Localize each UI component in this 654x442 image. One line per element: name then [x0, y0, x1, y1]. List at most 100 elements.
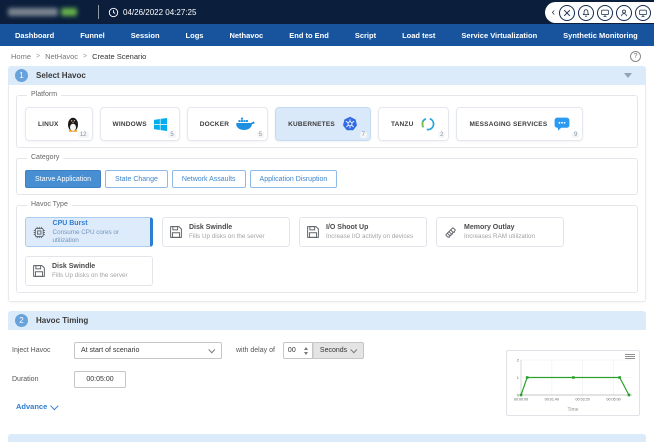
nav-item-nethavoc[interactable]: Nethavoc [216, 31, 276, 40]
category-row: Starve Application State Change Network … [25, 170, 629, 188]
inject-havoc-select[interactable]: At start of scenario [74, 342, 222, 359]
platform-card-linux[interactable]: LINUX 12 [25, 107, 93, 141]
havoc-type-group-label: Havoc Type [27, 201, 72, 208]
delay-value-input[interactable] [287, 347, 302, 354]
monitor-icon[interactable] [597, 4, 613, 21]
platform-name: KUBERNETES [288, 120, 335, 128]
platform-name: LINUX [38, 120, 59, 128]
category-group-label: Category [27, 154, 64, 161]
category-button-network-assaults[interactable]: Network Assaults [171, 170, 246, 188]
collapse-caret-icon[interactable] [624, 73, 632, 78]
nav-item-dashboard[interactable]: Dashboard [2, 31, 67, 40]
platform-count-badge: 12 [77, 132, 89, 138]
platform-name: TANZU [390, 120, 414, 128]
havoc-card-desc: Fills Up disks on the server [189, 232, 265, 240]
nav-item-synthetic-monitoring[interactable]: Synthetic Monitoring [550, 31, 651, 40]
platform-name: DOCKER [199, 120, 230, 128]
svg-text:00:00:00: 00:00:00 [514, 398, 528, 402]
with-delay-of-label: with delay of [236, 347, 275, 354]
section-title: Select Havoc [36, 71, 86, 80]
pill-collapse-chevron[interactable]: ‹ [552, 7, 555, 18]
nav-item-logs[interactable]: Logs [173, 31, 217, 40]
platform-count-badge: 7 [359, 132, 367, 138]
cpu-chip-icon [33, 226, 45, 238]
quick-access-pill: ‹ [544, 2, 654, 23]
category-button-starve-application[interactable]: Starve Application [25, 170, 102, 188]
timing-chart: 00:00:00 00:01:40 00:03:20 00:05:00012 [514, 357, 632, 402]
category-button-application-disruption[interactable]: Application Disruption [249, 170, 338, 188]
section-number-badge: 1 [15, 69, 28, 82]
advance-link[interactable]: Advance [16, 401, 59, 411]
next-section-collapsed-bar[interactable] [8, 434, 646, 442]
user-icon[interactable] [616, 4, 632, 21]
tools-icon[interactable] [559, 4, 575, 21]
nav-item-service-virtualization[interactable]: Service Virtualization [448, 31, 550, 40]
havoc-card-io-shoot-up[interactable]: I/O Shoot Up Increase I/O activity on de… [299, 217, 427, 247]
nav-item-session[interactable]: Session [118, 31, 173, 40]
select-havoc-body: Platform LINUX 12 WINDOWS 5 DOCKER 5 KUB… [8, 85, 646, 302]
breadcrumb-separator: > [83, 52, 88, 60]
main-nav: Dashboard Funnel Session Logs Nethavoc E… [0, 24, 654, 46]
havoc-timing-section: 2 Havoc Timing Inject Havoc At start of … [8, 311, 646, 426]
nav-item-load-test[interactable]: Load test [389, 31, 448, 40]
help-icon[interactable]: ? [630, 51, 641, 62]
category-group: Category Starve Application State Change… [16, 154, 638, 195]
platform-card-docker[interactable]: DOCKER 5 [186, 107, 269, 141]
floppy-disk-icon [33, 265, 45, 277]
havoc-card-disk-swindle-2[interactable]: Disk Swindle Fills Up disks on the serve… [25, 256, 153, 286]
breadcrumb-home[interactable]: Home [11, 52, 31, 61]
duration-input[interactable] [74, 371, 126, 388]
system-timestamp: 04/26/2022 04:27:25 [108, 7, 196, 18]
floppy-disk-icon [307, 226, 319, 238]
bell-icon[interactable] [578, 4, 594, 21]
stepper-arrows[interactable] [303, 346, 308, 355]
havoc-card-memory-outlay[interactable]: Memory Outlay Increases RAM utilization [436, 217, 564, 247]
timestamp-text: 04/26/2022 04:27:25 [123, 7, 197, 17]
delay-unit-select[interactable]: Seconds [312, 342, 365, 359]
logo-blurred-accent [61, 8, 77, 16]
ram-stick-icon [445, 226, 456, 238]
havoc-card-title: Disk Swindle [52, 263, 96, 271]
platform-card-kubernetes[interactable]: KUBERNETES 7 [275, 107, 371, 141]
havoc-card-title: Disk Swindle [189, 224, 233, 232]
linux-penguin-icon [67, 117, 78, 132]
chevron-down-icon [50, 401, 59, 410]
havoc-timing-header[interactable]: 2 Havoc Timing [8, 311, 646, 330]
platform-count-badge: 9 [572, 132, 580, 138]
platform-row: LINUX 12 WINDOWS 5 DOCKER 5 KUBERNETES 7… [25, 107, 629, 141]
havoc-card-desc: Increases RAM utilization [464, 232, 536, 240]
app-logo [8, 6, 94, 18]
chevron-down-icon [350, 346, 358, 354]
section-number-badge: 2 [15, 314, 28, 327]
svg-text:2: 2 [517, 357, 520, 362]
select-havoc-section: 1 Select Havoc Platform LINUX 12 WINDOWS… [8, 66, 646, 302]
windows-icon [153, 117, 167, 131]
select-havoc-header[interactable]: 1 Select Havoc [8, 66, 646, 85]
stepper-up-icon[interactable] [303, 346, 308, 350]
delay-value-stepper[interactable] [282, 342, 313, 359]
nav-item-script[interactable]: Script [342, 31, 389, 40]
platform-card-windows[interactable]: WINDOWS 5 [99, 107, 180, 141]
screen-share-icon[interactable] [635, 4, 651, 21]
top-bar: 04/26/2022 04:27:25 ‹ [0, 0, 654, 24]
inject-havoc-label: Inject Havoc [12, 347, 51, 354]
havoc-card-desc: Fills Up disks on the server [52, 271, 128, 279]
nav-item-funnel[interactable]: Funnel [67, 31, 118, 40]
platform-card-messaging-services[interactable]: MESSAGING SERVICES 9 [456, 107, 584, 141]
nav-item-end-to-end[interactable]: End to End [276, 31, 342, 40]
svg-text:00:01:40: 00:01:40 [545, 398, 559, 402]
stepper-down-icon[interactable] [303, 351, 308, 355]
timing-chart-panel: 00:00:00 00:01:40 00:03:20 00:05:00 0 1 2 Time [506, 350, 640, 416]
havoc-card-cpu-burst[interactable]: CPU Burst Consume CPU cores or utilizati… [25, 217, 153, 247]
category-button-state-change[interactable]: State Change [105, 170, 168, 188]
breadcrumb-create-scenario: Create Scenario [92, 51, 147, 61]
chart-menu-icon[interactable] [625, 354, 635, 359]
platform-group-label: Platform [27, 91, 62, 98]
platform-card-tanzu[interactable]: TANZU 2 [377, 107, 450, 141]
havoc-card-disk-swindle[interactable]: Disk Swindle Fills Up disks on the serve… [162, 217, 290, 247]
platform-name: WINDOWS [112, 120, 147, 128]
chart-x-axis-label: Time [567, 407, 579, 413]
tanzu-icon [422, 117, 435, 131]
chevron-down-icon [208, 346, 216, 354]
breadcrumb-nethavoc[interactable]: NetHavoc [45, 52, 78, 61]
